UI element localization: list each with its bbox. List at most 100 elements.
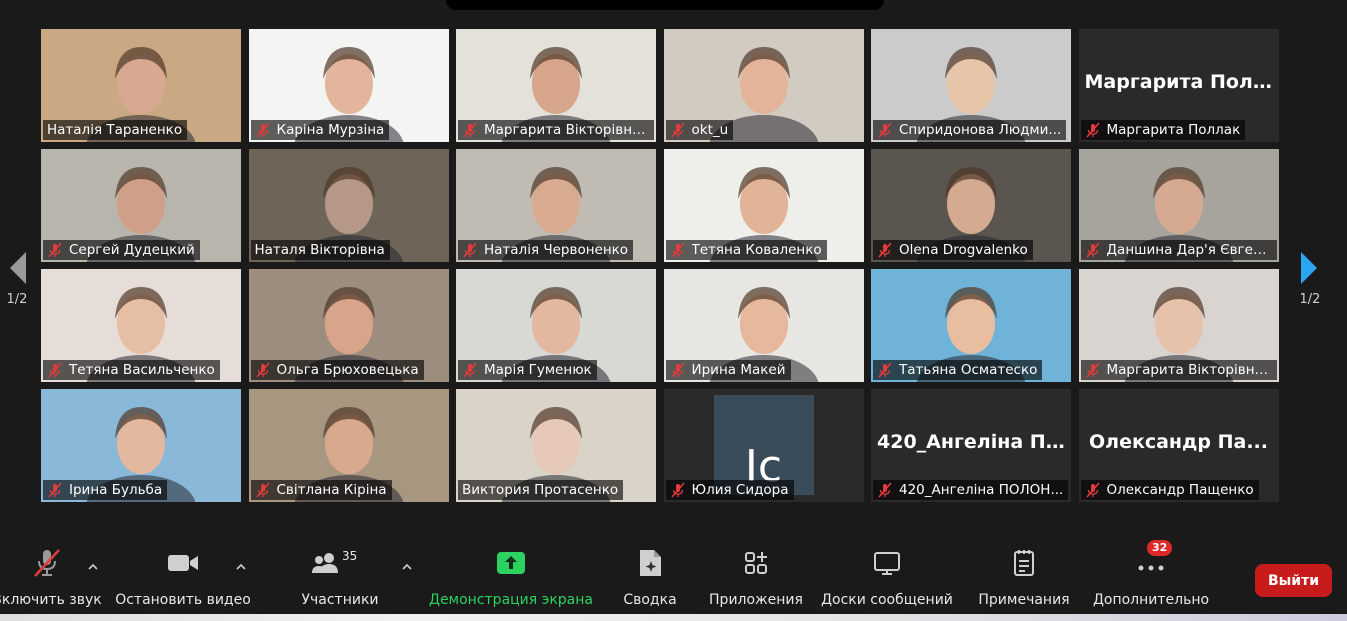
page-indicator: 1/2 [6, 292, 28, 307]
participant-name-large: 420_Ангеліна П... [877, 431, 1068, 453]
message-boards-label: Доски сообщений [821, 592, 953, 608]
participant-tile[interactable]: Тетяна Васильченко [41, 269, 241, 382]
participant-nameplate: Виктория Протасенко [458, 480, 624, 500]
participant-tile[interactable]: Сергей Дудецкий [41, 149, 241, 262]
chevron-up-icon[interactable] [86, 560, 100, 574]
summary-doc-icon [637, 546, 663, 580]
participant-nameplate: Маргарита Вікторівна... [1080, 360, 1277, 380]
more-dots-icon: 32 [1131, 540, 1173, 580]
summary-label: Сводка [623, 592, 677, 608]
share-screen-icon [496, 546, 526, 580]
participant-nameplate: Тетяна Васильченко [43, 360, 220, 380]
participant-name-large: Маргарита Пол... [1084, 71, 1275, 93]
chevron-up-icon[interactable] [234, 560, 248, 574]
participants-count: 35 [342, 549, 358, 563]
next-page-button[interactable]: 1/2 [1295, 250, 1325, 330]
participant-nameplate: Спиридонова Людми... [873, 120, 1067, 140]
share-screen-button[interactable]: Демонстрация экрана [429, 546, 593, 612]
participant-tile[interactable]: Наталія Тараненко [41, 29, 241, 142]
message-boards-button[interactable]: Доски сообщений [818, 546, 956, 612]
mic-muted-icon [670, 122, 685, 138]
participant-name: Ірина Бульба [69, 482, 163, 498]
participant-name: Наталя Вікторівна [254, 242, 385, 258]
participant-tile[interactable]: 420_Ангеліна П... 420_Ангеліна ПОЛОН... [871, 389, 1071, 502]
participant-name-large: Олександр Па... [1089, 431, 1268, 453]
mic-muted-icon [48, 482, 62, 498]
more-label: Дополнительно [1092, 592, 1210, 608]
mic-muted-icon [1085, 122, 1100, 138]
participant-nameplate: Світлана Кіріна [250, 480, 392, 500]
chevron-up-icon[interactable] [400, 560, 414, 574]
participant-name: Світлана Кіріна [276, 482, 387, 498]
unmute-button[interactable]: Включить звук [0, 546, 102, 612]
stop-video-button[interactable]: Остановить видео [115, 546, 251, 612]
participant-name: Каріна Мурзіна [276, 122, 385, 138]
participant-name: Спиридонова Людми... [899, 122, 1062, 138]
participant-tile[interactable]: Ірина Бульба [41, 389, 241, 502]
participant-tile[interactable]: Маргарита Вікторівна... [1078, 269, 1279, 382]
mic-muted-icon [670, 362, 685, 378]
participant-nameplate: Маргарита Вікторівна... [458, 120, 654, 140]
participant-nameplate: Марія Гуменюк [458, 360, 597, 380]
more-button[interactable]: 32 Дополнительно [1092, 540, 1210, 612]
participant-name: Юлия Сидора [691, 482, 789, 498]
mic-muted-icon [48, 362, 62, 378]
mic-muted-icon [878, 482, 892, 498]
participant-name: Маргарита Поллак [1106, 122, 1241, 138]
mic-muted-icon [255, 362, 270, 378]
participant-name: Наталія Червоненко [484, 242, 629, 258]
participant-tile[interactable]: Ic Юлия Сидора [663, 389, 864, 502]
participant-name: Олександр Пащенко [1106, 482, 1254, 498]
participant-tile[interactable]: Тетяна Коваленко [663, 149, 864, 262]
participant-tile[interactable]: Наталя Вікторівна [248, 149, 449, 262]
unmute-label: Включить звук [0, 592, 102, 608]
prev-page-button[interactable]: 1/2 [2, 250, 32, 330]
participant-tile[interactable]: Марія Гуменюк [456, 269, 656, 382]
participant-tile[interactable]: Каріна Мурзіна [248, 29, 449, 142]
summary-button[interactable]: Сводка [618, 546, 682, 612]
participant-name: 420_Ангеліна ПОЛОН... [899, 482, 1064, 498]
participant-tile[interactable]: okt_u [663, 29, 864, 142]
taskbar-strip [0, 614, 1347, 621]
mic-muted-icon [878, 242, 892, 258]
participant-tile[interactable]: Виктория Протасенко [456, 389, 656, 502]
apps-label: Приложения [709, 592, 803, 608]
mic-muted-icon [255, 122, 270, 138]
participant-nameplate: Ирина Макей [665, 360, 791, 380]
participant-tile[interactable]: Ирина Макей [663, 269, 864, 382]
participant-tile[interactable]: Татьяна Осматеско [871, 269, 1071, 382]
video-grid: Наталія Тараненко Каріна Мурзіна Маргарита… [41, 29, 1284, 506]
notes-button[interactable]: Примечания [974, 546, 1074, 612]
mic-muted-icon [463, 362, 477, 378]
participant-nameplate: Сергей Дудецкий [43, 240, 200, 260]
participant-tile[interactable]: Олександр Па... Олександр Пащенко [1078, 389, 1279, 502]
participants-label: Участники [301, 592, 379, 608]
participant-tile[interactable]: Ольга Брюховецька [248, 269, 449, 382]
participant-name: okt_u [691, 122, 729, 138]
participant-nameplate: Татьяна Осматеско [873, 360, 1043, 380]
apps-button[interactable]: Приложения [706, 546, 806, 612]
participant-tile[interactable]: Світлана Кіріна [248, 389, 449, 502]
notes-label: Примечания [978, 592, 1070, 608]
participant-nameplate: Олександр Пащенко [1080, 480, 1259, 500]
participant-name: Тетяна Васильченко [69, 362, 215, 378]
participant-nameplate: Маргарита Поллак [1080, 120, 1246, 140]
stop-video-label: Остановить видео [115, 592, 251, 608]
mic-muted-icon [670, 482, 685, 498]
top-drag-bar [446, 0, 884, 10]
participant-nameplate: okt_u [665, 120, 734, 140]
participant-tile[interactable]: Маргарита Вікторівна... [456, 29, 656, 142]
participants-button[interactable]: 35 Участники [300, 546, 380, 612]
mic-muted-icon [463, 122, 477, 138]
participant-tile[interactable]: Наталія Червоненко [456, 149, 656, 262]
participant-nameplate: 420_Ангеліна ПОЛОН... [873, 480, 1069, 500]
participant-tile[interactable]: Маргарита Пол... Маргарита Поллак [1078, 29, 1279, 142]
leave-button[interactable]: Выйти [1255, 564, 1332, 597]
participant-tile[interactable]: Даншина Дар'я Євген... [1078, 149, 1279, 262]
page-indicator: 1/2 [1299, 292, 1321, 307]
participant-tile[interactable]: Olena Drogvalenko [871, 149, 1071, 262]
apps-icon [743, 546, 769, 580]
notes-icon [1012, 546, 1036, 580]
participant-tile[interactable]: Спиридонова Людми... [871, 29, 1071, 142]
participant-nameplate: Ірина Бульба [43, 480, 168, 500]
